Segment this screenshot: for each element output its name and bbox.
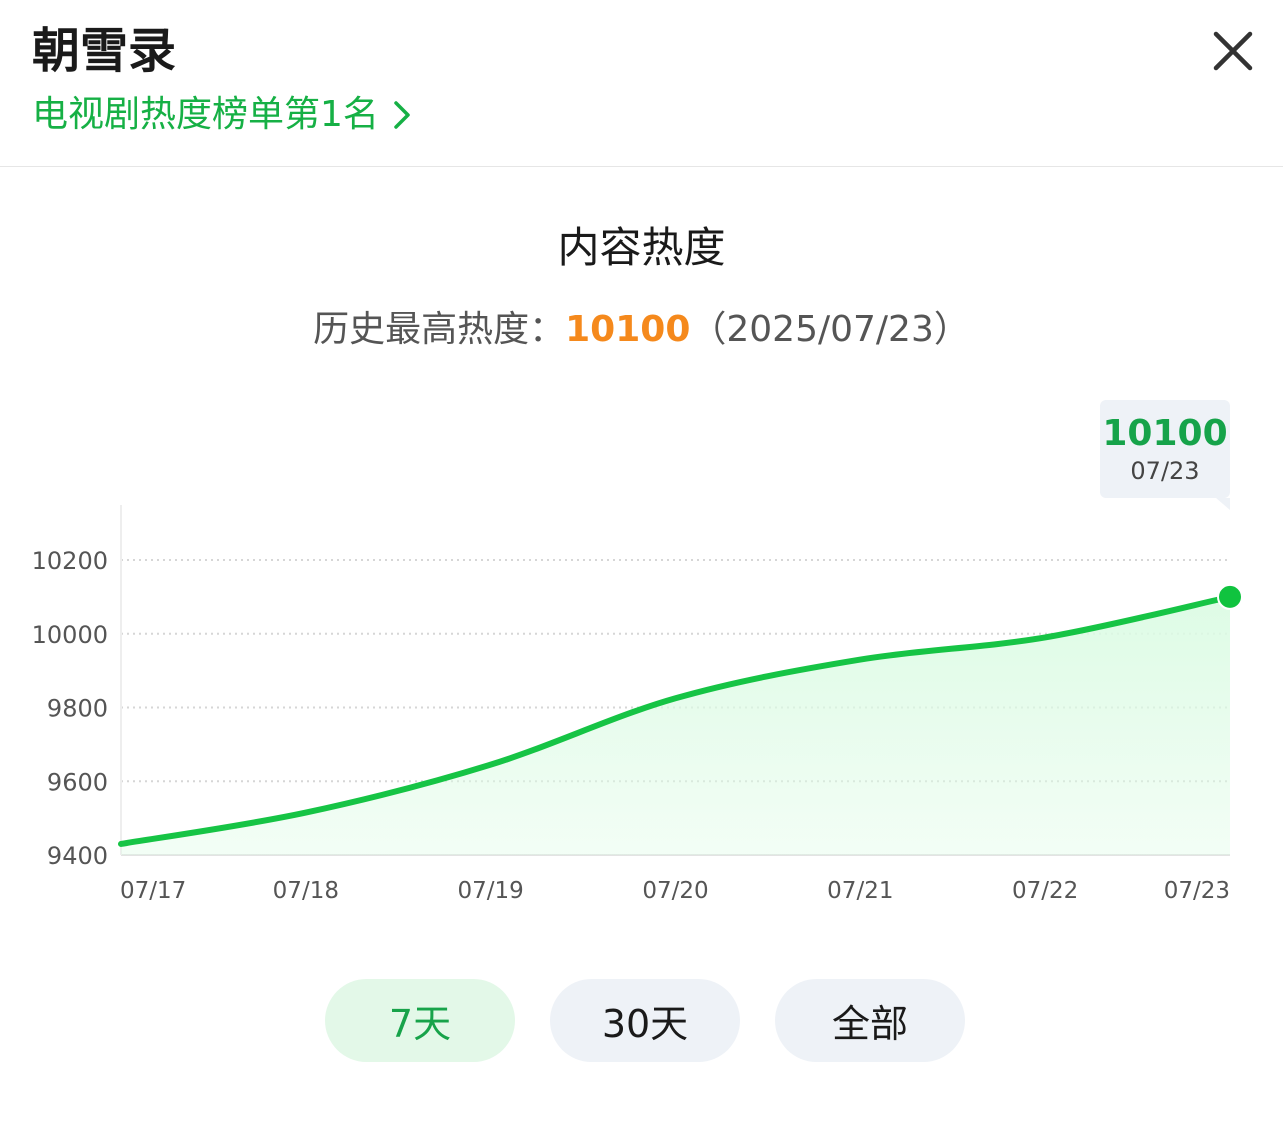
range-all-button[interactable]: 全部 [775, 979, 965, 1062]
y-tick-label: 10000 [32, 621, 108, 649]
x-tick-label: 07/19 [458, 878, 524, 904]
x-tick-label: 07/20 [642, 878, 708, 904]
y-tick-label: 9800 [47, 695, 108, 723]
y-tick-label: 10200 [32, 547, 108, 575]
y-tick-label: 9600 [47, 768, 108, 796]
x-tick-label: 07/17 [120, 878, 186, 904]
heat-chart: 9400 9600 9800 10000 10200 07/17 07/18 07/19 07/… [32, 505, 1243, 904]
range-7-days-button[interactable]: 7天 [325, 979, 515, 1062]
range-30-days-button[interactable]: 30天 [550, 979, 740, 1062]
x-tick-label: 07/21 [827, 878, 893, 904]
x-tick-label: 07/23 [1164, 878, 1230, 904]
tooltip-date: 07/23 [1130, 457, 1200, 485]
y-tick-label: 9400 [47, 842, 108, 870]
data-point [1217, 583, 1243, 610]
tooltip-value: 10100 [1102, 413, 1228, 454]
x-tick-label: 07/18 [273, 878, 339, 904]
chart-tooltip: 10100 07/23 [1100, 400, 1230, 510]
x-tick-label: 07/22 [1012, 878, 1078, 904]
